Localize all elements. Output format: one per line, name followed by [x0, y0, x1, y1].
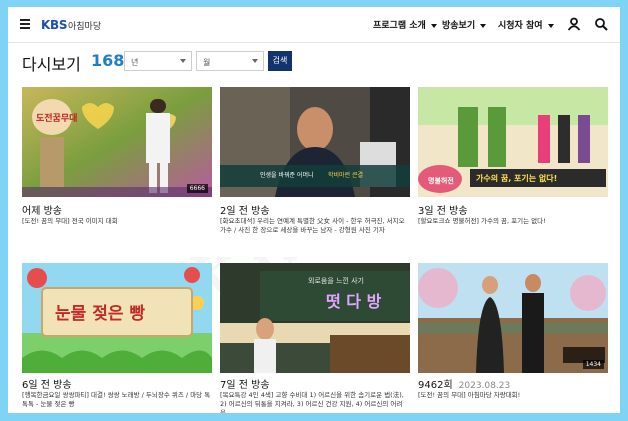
nav-viewer-participation[interactable]: 시청자 참여 — [498, 18, 554, 31]
svg-text:인생을 바꿔준 어머니: 인생을 바꿔준 어머니 — [260, 171, 314, 179]
chevron-down-icon — [480, 23, 487, 28]
episode-thumbnail-6[interactable]: 1434 — [418, 263, 608, 373]
svg-text:가수의 꿈, 포기는 없다!: 가수의 꿈, 포기는 없다! — [476, 173, 557, 183]
year-select-value: 년 — [131, 58, 139, 67]
svg-text:도전꿈무대: 도전꿈무대 — [36, 112, 77, 124]
chevron-down-icon — [180, 59, 186, 63]
menu-icon[interactable] — [20, 19, 30, 29]
svg-text:떳 다 방: 떳 다 방 — [326, 292, 382, 311]
search-icon[interactable] — [594, 17, 608, 31]
page-title: 다시보기 — [22, 55, 81, 74]
episode-date-4: 6일 전 방송 — [22, 376, 72, 391]
thumbnail-image: 명불허전 가수의 꿈, 포기는 없다! — [418, 87, 608, 197]
episode-number: 9462회 — [418, 380, 453, 391]
thumbnail-image: 도전꿈무대 — [22, 87, 212, 197]
episode-date-5: 7일 전 방송 — [220, 376, 270, 391]
thumbnail-overlay-text: 6666 — [186, 184, 208, 193]
svg-text:명불허전: 명불허전 — [428, 176, 454, 185]
episode-description-6[interactable]: [도전! 꿈의 무대] 아침마당 자랑대회! — [418, 391, 610, 400]
date-label: 2일 전 방송 — [220, 206, 270, 217]
thumbnail-image: 인생을 바꿔준 어머니 학비마런 큰결 — [220, 87, 410, 197]
chevron-down-icon — [252, 59, 258, 63]
program-name[interactable]: 아침마당 — [68, 19, 101, 32]
chevron-down-icon — [547, 23, 554, 28]
air-date: 2023.08.23 — [458, 381, 511, 391]
episode-date-2: 2일 전 방송 — [220, 202, 270, 217]
nav-broadcast-view[interactable]: 방송보기 — [442, 18, 487, 31]
episode-description-3[interactable]: [할요토크쇼 명불허전] 가수의 꿈, 포기는 없다! — [418, 217, 610, 226]
date-label: 3일 전 방송 — [418, 206, 468, 217]
episode-description-1[interactable]: [도전! 꿈의 무대] 전국 이미지 대회 — [22, 217, 214, 226]
date-label: 7일 전 방송 — [220, 380, 270, 391]
thumbnail-overlay-text: 1434 — [582, 360, 604, 369]
episode-description-5[interactable]: [목요특강 4인 4색] 고향 수비대 1) 어르신을 위한 솜기로운 법(法)… — [220, 391, 412, 413]
month-select-value: 월 — [203, 58, 211, 67]
episode-thumbnail-2[interactable]: 인생을 바꿔준 어머니 학비마런 큰결 — [220, 87, 410, 197]
month-select[interactable]: 월 — [196, 51, 264, 71]
episode-thumbnail-4[interactable]: 눈물 젖은 빵 — [22, 263, 212, 373]
thumbnail-image: 눈물 젖은 빵 — [22, 263, 212, 373]
search-button[interactable]: 검색 — [268, 51, 292, 71]
episode-date-3: 3일 전 방송 — [418, 202, 468, 217]
episode-date-1: 어제 방송 — [22, 202, 62, 217]
episode-thumbnail-5[interactable]: 외로움을 느낀 사기 떳 다 방 — [220, 263, 410, 373]
page-frame: KBS 아침마당 프로그램 소개 방송보기 시청자 참여 다시보기 1685 년… — [8, 7, 620, 413]
date-label: 6일 전 방송 — [22, 380, 72, 391]
nav-label: 프로그램 소개 — [373, 21, 426, 31]
svg-text:외로움을 느낀 사기: 외로움을 느낀 사기 — [308, 276, 364, 285]
episode-description-2[interactable]: [화요초대석] 우리는 연예계 특별한 父女 사이 - 한우 허극진, 서지오 … — [220, 217, 412, 235]
kbs-logo[interactable]: KBS — [41, 18, 68, 32]
nav-label: 방송보기 — [442, 21, 476, 31]
svg-text:학비마런 큰결: 학비마런 큰결 — [328, 171, 363, 179]
episode-thumbnail-3[interactable]: 명불허전 가수의 꿈, 포기는 없다! — [418, 87, 608, 197]
nav-program-intro[interactable]: 프로그램 소개 — [373, 18, 437, 31]
date-label: 어제 방송 — [22, 206, 62, 217]
thumbnail-image — [418, 263, 608, 373]
top-navigation-bar: KBS 아침마당 프로그램 소개 방송보기 시청자 참여 — [8, 7, 620, 43]
episode-date-6: 9462회 2023.08.23 — [418, 376, 510, 391]
chevron-down-icon — [430, 23, 437, 28]
year-select[interactable]: 년 — [124, 51, 192, 71]
svg-text:눈물 젖은 빵: 눈물 젖은 빵 — [55, 304, 145, 324]
user-icon[interactable] — [567, 17, 581, 31]
episode-description-4[interactable]: [행복한금요일 쌍쌍파티] 대결! 쌍쌍 노래방 / 두뇌장수 퀴즈 / 마당 … — [22, 391, 214, 409]
episode-thumbnail-1[interactable]: 도전꿈무대 6666 — [22, 87, 212, 197]
thumbnail-image: 외로움을 느낀 사기 떳 다 방 — [220, 263, 410, 373]
nav-label: 시청자 참여 — [498, 21, 543, 31]
